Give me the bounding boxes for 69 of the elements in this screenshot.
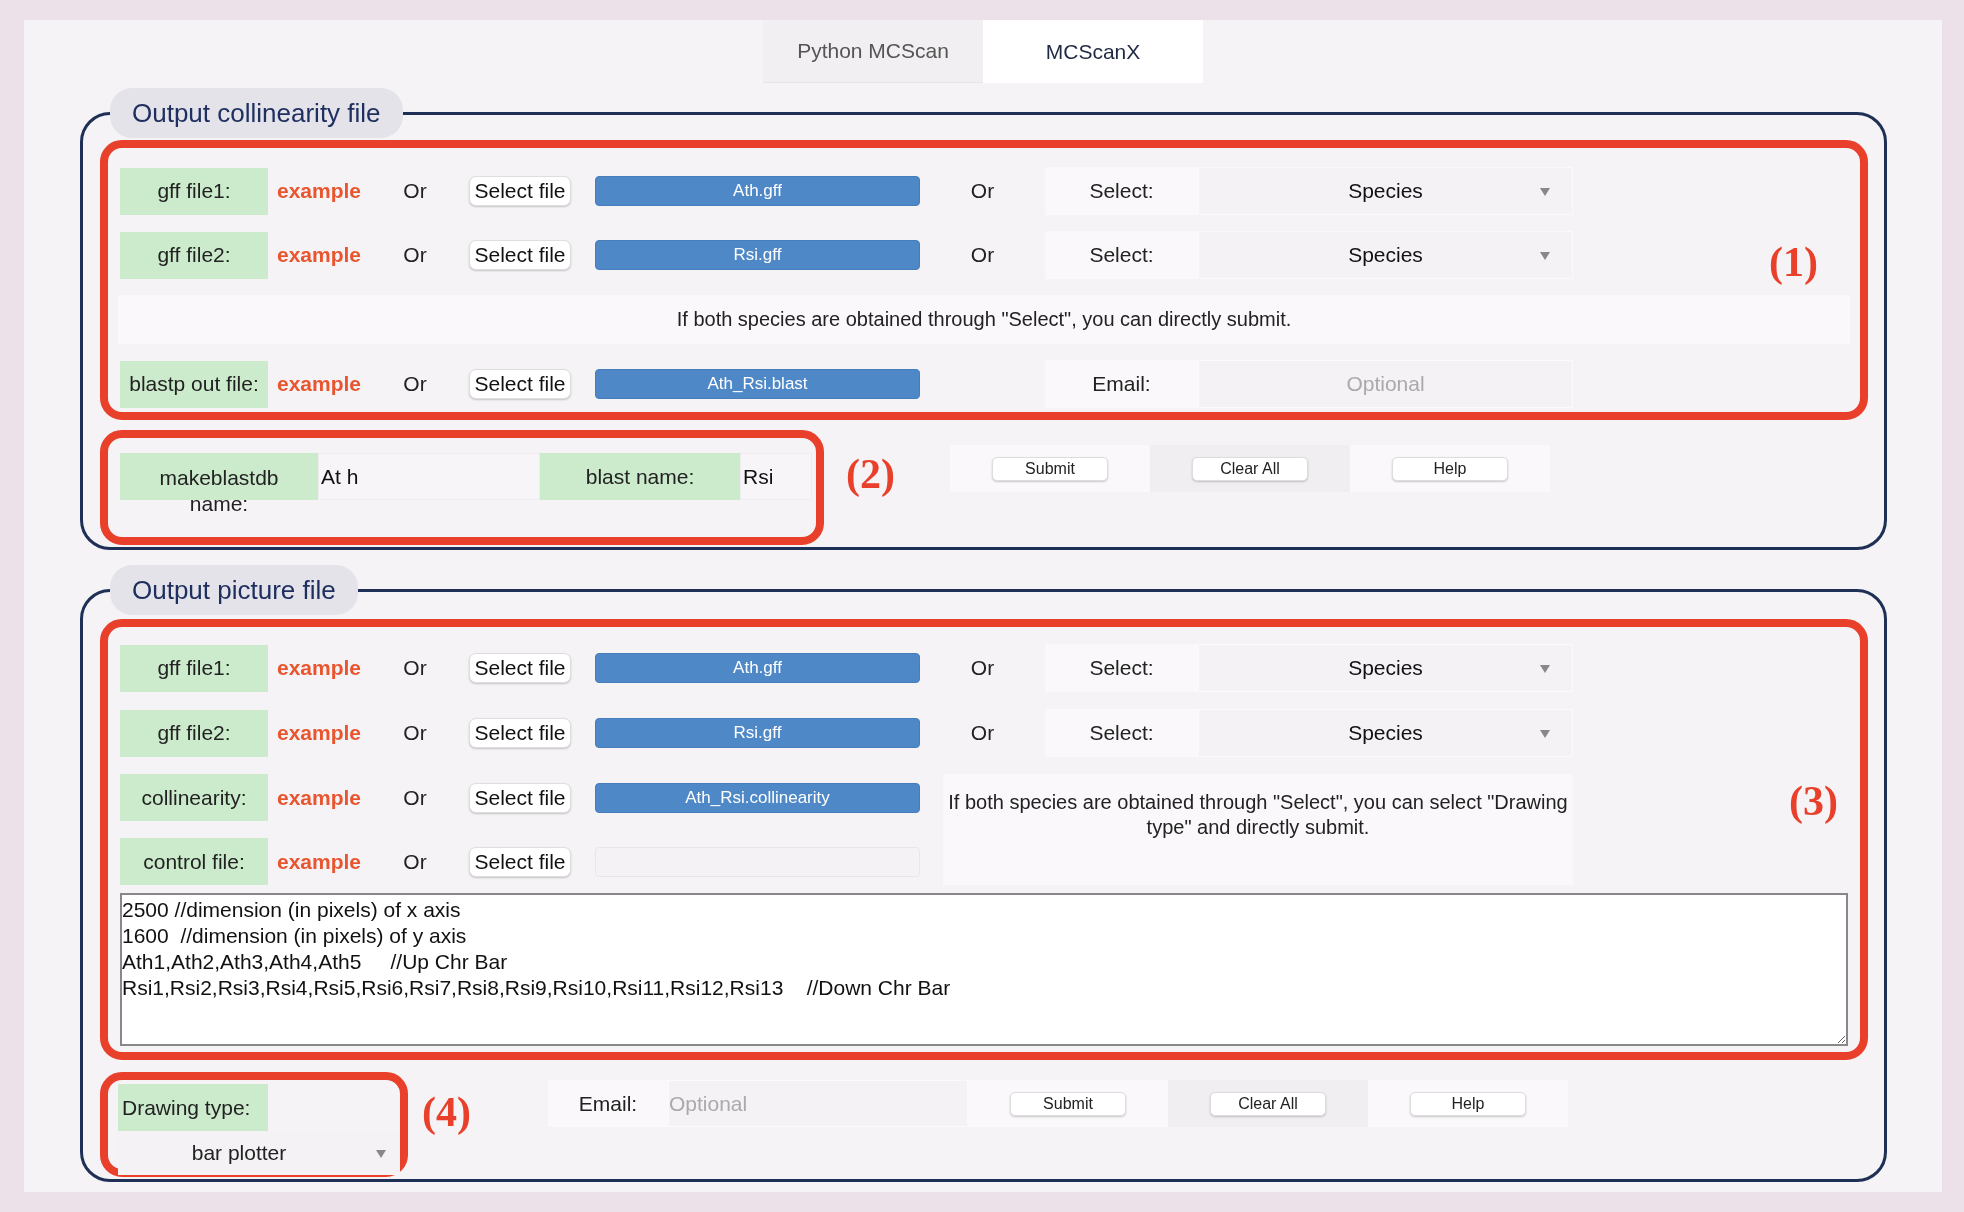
email-field[interactable]: Optional	[668, 1080, 968, 1127]
email-field[interactable]: Optional	[1198, 360, 1573, 408]
tab[interactable]: Python MCScan	[763, 20, 983, 83]
select-file-button[interactable]: Select file	[469, 369, 571, 399]
or-text: Or	[402, 179, 428, 203]
makeblastdb-name-field[interactable]: At h	[318, 453, 540, 500]
or-text: Or	[402, 243, 428, 267]
caret-icon	[1540, 252, 1550, 260]
field-label: gff file1:	[120, 644, 268, 692]
field-label: gff file2:	[120, 231, 268, 279]
file-name-field[interactable]: Ath_Rsi.collinearity	[595, 782, 920, 813]
select-file-button[interactable]: Select file	[469, 176, 571, 206]
or-text: Or	[969, 721, 996, 745]
field-label: collinearity:	[120, 774, 268, 821]
file-name-field[interactable]: Ath.gff	[595, 653, 920, 683]
or-text: Or	[969, 243, 996, 267]
action-button[interactable]: Submit	[1010, 1091, 1126, 1116]
email-label: Email:	[1045, 360, 1198, 408]
annotation-label: (4)	[422, 1088, 472, 1136]
action-button[interactable]: Clear All	[1210, 1091, 1326, 1116]
select-file-button[interactable]: Select file	[469, 653, 571, 683]
or-text: Or	[969, 179, 996, 203]
email-label: Email:	[577, 1091, 639, 1116]
action-button[interactable]: Submit	[992, 456, 1108, 481]
field-label: blastp out file:	[120, 360, 268, 408]
or-text: Or	[402, 785, 428, 810]
action-button[interactable]: Help	[1392, 456, 1508, 481]
action-button[interactable]: Clear All	[1192, 456, 1308, 481]
section-title: Output collinearity file	[110, 88, 403, 138]
blast-name-field[interactable]: Rsi	[740, 453, 812, 500]
select-label: Select:	[1045, 709, 1198, 757]
caret-icon	[376, 1150, 386, 1158]
species-dropdown[interactable]: Species	[1198, 231, 1573, 279]
select-file-button[interactable]: Select file	[469, 240, 571, 270]
or-text: Or	[402, 372, 428, 396]
caret-icon	[1540, 730, 1550, 738]
file-name-field[interactable]: Ath.gff	[595, 176, 920, 206]
hint-text: If both species are obtained through "Select", you can select "Drawing type" and directly submit.	[943, 774, 1573, 885]
select-file-button[interactable]: Select file	[469, 846, 571, 877]
select-label: Select:	[1045, 644, 1198, 692]
annotation-label: (3)	[1789, 777, 1838, 825]
tab[interactable]: MCScanX	[983, 20, 1203, 83]
species-dropdown[interactable]: Species	[1198, 644, 1573, 692]
file-name-field[interactable]: Rsi.gff	[595, 718, 920, 748]
control-text-area[interactable]: 2500 //dimension (in pixels) of x axis 1600 //dimension (in pixels) of y axis Ath1,Ath2,Ath3,Ath4,Ath5 //Up Chr Bar Rsi1,Rsi2,Rsi3,Rsi4,Rsi5,Rsi6,Rsi7,Rsi8,Rsi9,Rsi10,Rsi11,Rsi12,Rsi13 //Down Chr Bar	[120, 893, 1848, 1046]
field-label: Drawing type:	[118, 1084, 268, 1131]
select-file-button[interactable]: Select file	[469, 718, 571, 748]
field-label: blast name:	[540, 453, 740, 500]
section-title: Output picture file	[110, 565, 358, 615]
hint-text: If both species are obtained through "Select", you can directly submit.	[118, 295, 1850, 344]
or-text: Or	[969, 656, 996, 680]
or-text: Or	[402, 656, 428, 680]
or-text: Or	[402, 721, 428, 745]
file-name-field[interactable]: Rsi.gff	[595, 240, 920, 270]
field-label: gff file2:	[120, 709, 268, 757]
select-file-button[interactable]: Select file	[469, 782, 571, 813]
caret-icon	[1540, 188, 1550, 196]
field-label: gff file1:	[120, 167, 268, 215]
file-name-field[interactable]: Ath_Rsi.blast	[595, 369, 920, 399]
select-label: Select:	[1045, 231, 1198, 279]
species-dropdown[interactable]: Species	[1198, 709, 1573, 757]
select-label: Select:	[1045, 167, 1198, 215]
species-dropdown[interactable]: Species	[1198, 167, 1573, 215]
annotation-label: (2)	[846, 450, 895, 498]
annotation-label: (1)	[1769, 238, 1818, 286]
field-label: control file:	[120, 838, 268, 885]
caret-icon	[1540, 665, 1550, 673]
or-text: Or	[402, 849, 428, 874]
action-button[interactable]: Help	[1410, 1091, 1526, 1116]
